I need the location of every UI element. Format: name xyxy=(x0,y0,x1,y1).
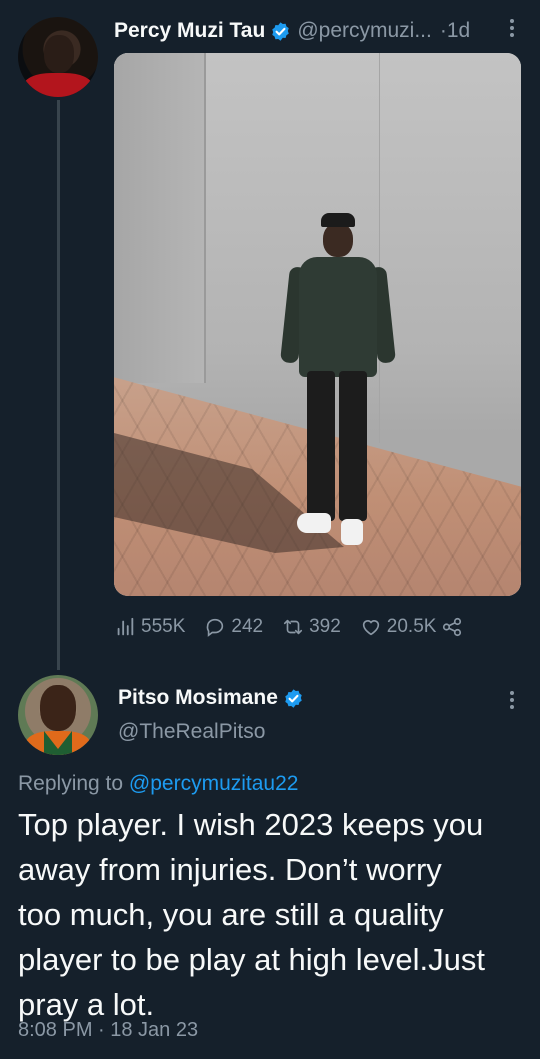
views-button[interactable]: 555K xyxy=(114,616,185,638)
retweet-button[interactable]: 392 xyxy=(282,616,341,638)
share-button[interactable] xyxy=(441,616,463,638)
reply-body-text: Top player. I wish 2023 keeps you away f… xyxy=(18,802,528,1027)
tweet-time: ·1d xyxy=(440,19,470,43)
avatar-shirt xyxy=(24,73,92,97)
bar-chart-icon xyxy=(117,617,134,636)
reply-author-row: Pitso Mosimane xyxy=(118,686,304,710)
retweet-count: 392 xyxy=(309,616,341,637)
replying-prefix: Replying to xyxy=(18,772,124,795)
speech-bubble-icon xyxy=(207,618,224,637)
more-vertical-icon[interactable] xyxy=(504,14,520,42)
thread-connector-line xyxy=(57,100,60,670)
reply-text-line: too much, you are still a quality xyxy=(18,897,444,932)
more-vertical-icon[interactable] xyxy=(504,686,520,714)
replying-mention-link[interactable]: @percymuzitau22 xyxy=(129,772,299,795)
tweet-photo[interactable] xyxy=(114,53,521,596)
like-button[interactable]: 20.5K xyxy=(360,616,437,638)
reply-text-line: player to be play at high level.Just xyxy=(18,942,485,977)
photo-wall-seam xyxy=(204,53,206,383)
heart-icon xyxy=(362,620,379,636)
reply-timestamp[interactable]: 8:08 PM · 18 Jan 23 xyxy=(18,1019,198,1042)
time-ago[interactable]: 1d xyxy=(447,19,470,42)
verified-badge-icon xyxy=(285,688,302,708)
reply-button[interactable]: 242 xyxy=(204,616,263,638)
reply-author-handle[interactable]: @TheRealPitso xyxy=(118,720,265,744)
views-count: 555K xyxy=(141,616,186,637)
avatar-face xyxy=(44,35,74,73)
verified-badge-icon xyxy=(272,21,290,41)
author-name[interactable]: Percy Muzi Tau xyxy=(114,19,265,43)
reply-count: 242 xyxy=(231,616,264,637)
replying-to: Replying to @percymuzitau22 xyxy=(18,772,298,796)
like-count: 20.5K xyxy=(386,616,437,637)
separator-dot: · xyxy=(439,19,447,42)
reply-text-line: Top player. I wish 2023 keeps you xyxy=(18,807,484,842)
tweet-actions: 555K 242 392 20.5K xyxy=(114,613,494,641)
author-avatar-pitso[interactable] xyxy=(18,675,98,755)
tweet-header: Percy Muzi Tau @percymuzi... ·1d xyxy=(114,17,470,45)
author-handle[interactable]: @percymuzi... xyxy=(297,19,432,43)
retweet-icon xyxy=(284,619,303,635)
reply-text-line: away from injuries. Don’t worry xyxy=(18,852,442,887)
photo-person xyxy=(279,213,396,553)
share-icon xyxy=(443,617,462,637)
author-avatar-percy[interactable] xyxy=(18,17,98,97)
avatar-face xyxy=(40,685,76,731)
reply-author-name[interactable]: Pitso Mosimane xyxy=(118,686,278,710)
photo-wall-panel xyxy=(114,53,204,383)
